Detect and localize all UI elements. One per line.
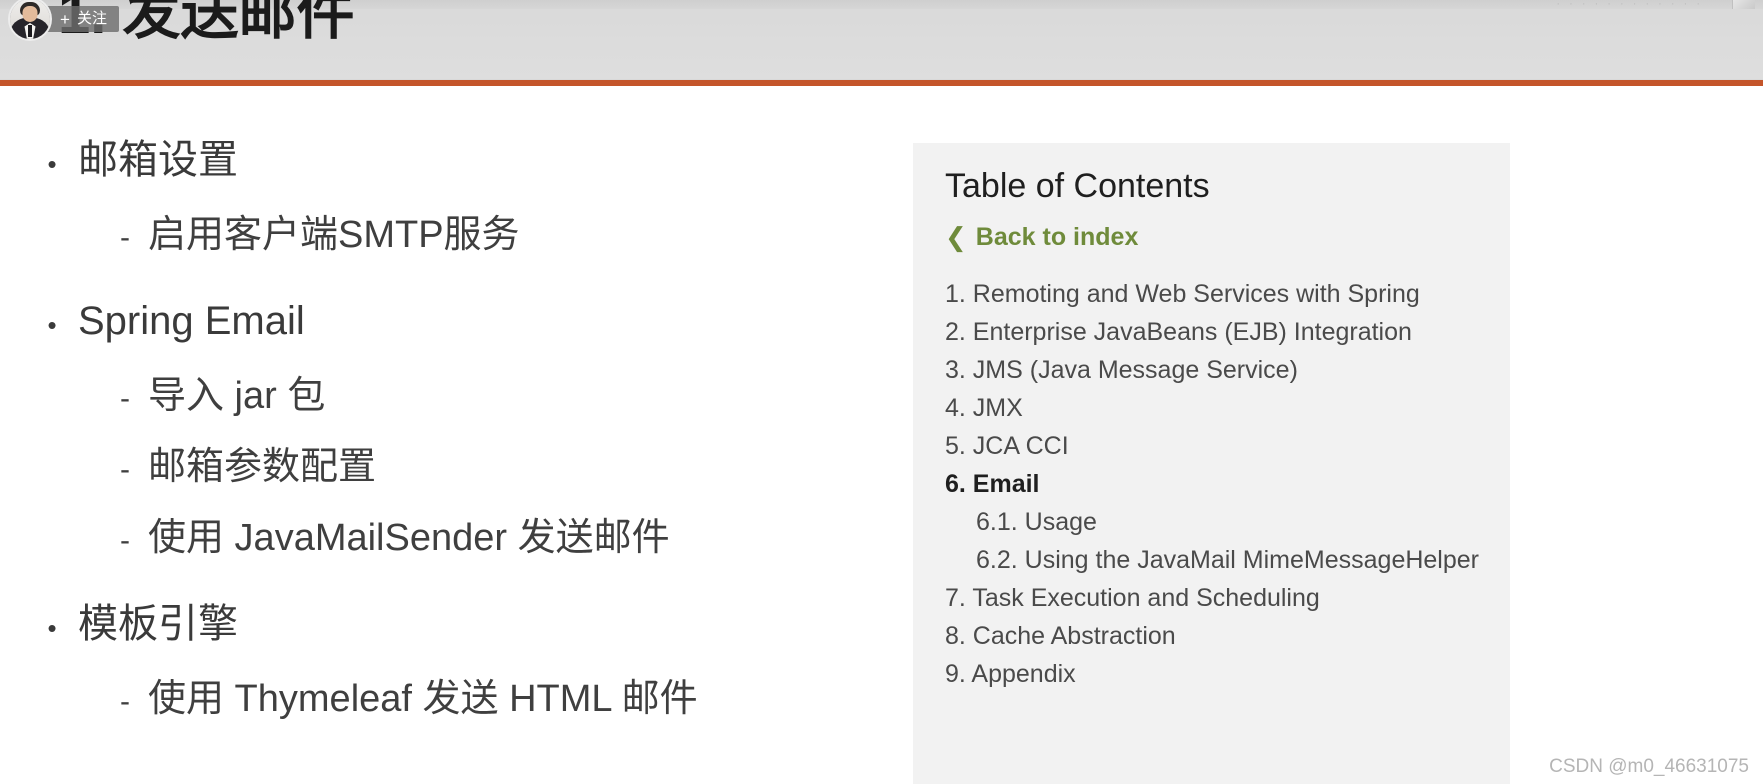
toc-heading: Table of Contents bbox=[945, 167, 1210, 205]
chevron-left-icon: ❮ bbox=[945, 222, 967, 252]
title-accent-rule bbox=[0, 79, 1763, 86]
toc-item[interactable]: 4. JMX bbox=[945, 389, 1510, 427]
toc-item[interactable]: 8. Cache Abstraction bbox=[945, 617, 1510, 655]
bullet-marker: - bbox=[120, 221, 130, 254]
bullet-marker: - bbox=[120, 524, 130, 557]
bullet-marker: • bbox=[47, 310, 57, 340]
bullet-text: 邮箱设置 bbox=[78, 138, 238, 182]
toc-list: 1. Remoting and Web Services with Spring… bbox=[945, 275, 1510, 693]
toc-item[interactable]: 2. Enterprise JavaBeans (EJB) Integratio… bbox=[945, 313, 1510, 351]
bullet-text: 模板引擎 bbox=[78, 602, 238, 646]
bullet-item: • 邮箱设置 bbox=[44, 135, 884, 189]
bullet-marker: - bbox=[120, 382, 130, 415]
bullet-text: 导入 jar 包 bbox=[148, 375, 326, 417]
bullet-marker: • bbox=[47, 613, 57, 643]
slide-body: • 邮箱设置 - 启用客户端SMTP服务 • Spring Email - 导入… bbox=[0, 85, 1763, 784]
follow-button-label: 关注 bbox=[76, 10, 107, 27]
toc-item[interactable]: 1. Remoting and Web Services with Spring bbox=[945, 275, 1510, 313]
player-topbar-ghost-text: · · · · · · · · · · · · bbox=[1556, 0, 1703, 9]
toc-item-current[interactable]: 6. Email bbox=[945, 465, 1510, 503]
toc-item[interactable]: 5. JCA CCI bbox=[945, 427, 1510, 465]
bullet-item: - 邮箱参数配置 bbox=[118, 443, 884, 494]
video-player-chrome: · · · · · · · · · · · · 1. 发送邮件 + 关注 bbox=[0, 0, 1763, 84]
bullet-item: - 启用客户端SMTP服务 bbox=[118, 211, 884, 262]
toc-item[interactable]: 6.2. Using the JavaMail MimeMessageHelpe… bbox=[945, 541, 1510, 579]
slide-bullet-list: • 邮箱设置 - 启用客户端SMTP服务 • Spring Email - 导入… bbox=[44, 135, 884, 746]
bullet-marker: • bbox=[47, 149, 57, 179]
avatar[interactable] bbox=[8, 0, 52, 41]
toc-item[interactable]: 7. Task Execution and Scheduling bbox=[945, 579, 1510, 617]
plus-icon: + bbox=[60, 9, 70, 29]
bullet-item: - 使用 Thymeleaf 发送 HTML 邮件 bbox=[118, 675, 884, 726]
toc-item[interactable]: 6.1. Usage bbox=[945, 503, 1510, 541]
avatar-face bbox=[22, 6, 38, 22]
back-to-index-link[interactable]: ❮ Back to index bbox=[945, 221, 1510, 253]
toc-item[interactable]: 9. Appendix bbox=[945, 655, 1510, 693]
bullet-text: 使用 JavaMailSender 发送邮件 bbox=[148, 517, 670, 559]
bullet-item: • Spring Email bbox=[44, 296, 884, 350]
bullet-text: 启用客户端SMTP服务 bbox=[148, 214, 520, 256]
bullet-item: - 导入 jar 包 bbox=[118, 372, 884, 423]
avatar-tie bbox=[28, 25, 32, 37]
bullet-item: • 模板引擎 bbox=[44, 599, 884, 653]
bullet-text: 邮箱参数配置 bbox=[148, 446, 377, 488]
bullet-text: 使用 Thymeleaf 发送 HTML 邮件 bbox=[148, 678, 698, 720]
bullet-marker: - bbox=[120, 453, 130, 486]
csdn-watermark: CSDN @m0_46631075 bbox=[1549, 756, 1749, 777]
player-topbar-corner-icon bbox=[1732, 0, 1755, 9]
watermark-backdrop bbox=[1753, 748, 1763, 784]
back-to-index-label: Back to index bbox=[975, 223, 1139, 251]
toc-item[interactable]: 3. JMS (Java Message Service) bbox=[945, 351, 1510, 389]
table-of-contents-panel: Table of Contents ❮ Back to index 1. Rem… bbox=[913, 143, 1510, 784]
bullet-marker: - bbox=[120, 685, 130, 718]
bullet-text: Spring Email bbox=[78, 299, 305, 343]
bullet-item: - 使用 JavaMailSender 发送邮件 bbox=[118, 514, 884, 565]
